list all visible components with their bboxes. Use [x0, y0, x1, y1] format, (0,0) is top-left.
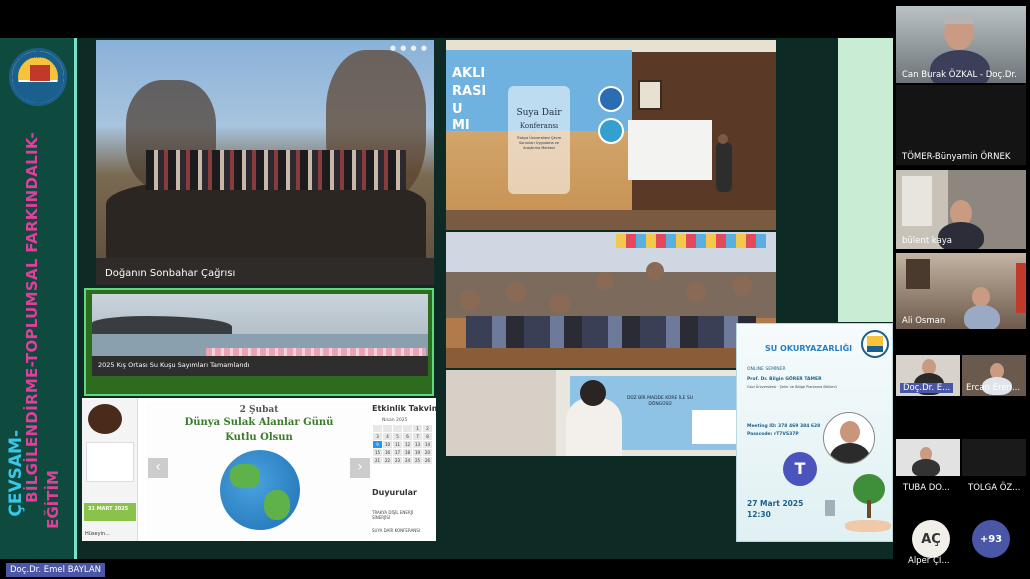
slide-right-strip: [838, 38, 893, 322]
announcements-title: Duyurular: [372, 488, 417, 497]
wetland-date: 2 Şubat: [239, 405, 279, 415]
poster2-time: 12:30: [747, 510, 771, 519]
logo-text: TRAKYA ÜNİVERSİTESİ: [12, 54, 64, 59]
photo-classroom: [446, 232, 776, 368]
left-col-label-name: Hüseyin...: [85, 531, 110, 537]
video-icon: [692, 410, 742, 444]
calendar-month: Nisan 2025: [382, 418, 408, 423]
more-count: +93: [979, 533, 1003, 545]
wetland-day-webpage: 31 MART 2025 Hüseyin... 2 Şubat Dünya Su…: [82, 398, 436, 541]
photo-autumn-group: Doğanın Sonbahar Çağrısı ● ● ● ●: [96, 40, 434, 285]
participant-name-9: Alper Çİ...: [908, 556, 950, 566]
conference-poster: AKLI RASI U MI Suya Dair Konferansı Trak…: [446, 50, 632, 230]
poster-fragment-1: AKLI: [452, 66, 486, 81]
chevron-right-icon: ›: [357, 459, 363, 475]
poster2-date: 27 Mart 2025: [747, 499, 804, 508]
participant-tile-5[interactable]: Doç.Dr. E...: [896, 355, 960, 396]
wetland-title-line1: Dünya Sulak Alanlar Günü: [184, 417, 334, 428]
poster-fragment-4: MI: [452, 118, 470, 133]
university-logo-icon: TRAKYA ÜNİVERSİTESİ: [9, 48, 67, 106]
announcement-item-1[interactable]: TRAKYA DİŞİL ENERJİ SİNERJİSİ: [372, 510, 432, 520]
earth-globe-icon: [220, 450, 300, 530]
left-band-divider: [74, 38, 77, 559]
participant-tile-6[interactable]: Ercan Eren...: [962, 355, 1026, 396]
water-literacy-poster: SU OKURYAZARLIĞI ONLINE SEMİNER Prof. Dr…: [736, 323, 893, 542]
whiteboard: [628, 120, 712, 180]
slide-next-button[interactable]: ›: [350, 458, 370, 478]
participant-name: Ercan Eren...: [966, 383, 1021, 393]
event-calendar[interactable]: 12 345678 9 10 11 12 13 14 15 16 17 18 19 20 21 22 2…: [372, 424, 433, 465]
events-sidebar: Etkinlik Takvimi Nisan 2025 12 345678 91…: [370, 402, 436, 538]
projected-slide-text: DÜZ BİR MADDE KÜRE İLE SU DÖNGÜSÜ: [626, 396, 694, 407]
poster2-title: SU OKURYAZARLIĞI: [765, 344, 853, 353]
photo-conference-room: AKLI RASI U MI Suya Dair Konferansı Trak…: [446, 40, 776, 230]
participant-name: bülent kaya: [902, 236, 953, 246]
photo-flamingos-panel: 2025 Kış Ortası Su Kuşu Sayımları Tamaml…: [84, 288, 434, 396]
participant-avatar-ac[interactable]: AÇ: [912, 520, 950, 558]
announcement-item-2[interactable]: SUYA DAİR KONFERANSI: [372, 528, 432, 533]
participant-tile-8[interactable]: [962, 439, 1026, 476]
poster-title: Suya Dair: [516, 108, 562, 118]
faucet-icon: [825, 500, 835, 516]
poster-fragment-3: U: [452, 102, 463, 117]
presenter-name-badge: Doç.Dr. Emel BAYLAN: [6, 563, 106, 577]
avatar-initials: AÇ: [921, 531, 941, 547]
more-participants-button[interactable]: +93: [972, 520, 1010, 558]
vertical-title-main: BİLGİLENDİRME-TOPLUMSAL FARKINDALIK-: [23, 132, 41, 503]
photo-teacher-board: DÜZ BİR MADDE KÜRE İLE SU DÖNGÜSÜ: [446, 370, 776, 456]
portrait-frame-icon: [638, 80, 662, 110]
left-col-label-date: 31 MART 2025: [88, 506, 129, 512]
participant-name: Can Burak ÖZKAL - Doç.Dr.: [902, 70, 1017, 80]
participant-tile-2[interactable]: TÖMER-Bünyamin ÖRNEK: [896, 85, 1026, 165]
wetland-title-line2: Kutlu Olsun: [225, 432, 293, 443]
poster-fragment-2: RASI: [452, 84, 487, 99]
calendar-title: Etkinlik Takvimi: [372, 404, 436, 413]
poster2-meeting-id: Meeting ID: 378 469 384 628: [747, 424, 821, 429]
poster-body: Trakya Üniversitesi Çevre Sorunları Uygu…: [516, 136, 562, 150]
slide-prev-button[interactable]: ‹: [148, 458, 168, 478]
participant-name: Doç.Dr. E...: [900, 383, 954, 393]
poster-subtitle: Konferansı: [519, 122, 559, 130]
meeting-window: TRAKYA ÜNİVERSİTESİ ÇEVSAM- BİLGİLENDİRM…: [0, 0, 1030, 579]
speaker-photo: [823, 412, 875, 464]
participant-tile-7[interactable]: [896, 439, 960, 476]
participant-tile-4[interactable]: Ali Osman: [896, 253, 1026, 329]
poster2-passcode: Passcode: rT7VS37P: [747, 432, 799, 437]
poster2-affiliation: Gazi Üniversitesi · Şehir ve Bölge Planl…: [747, 385, 837, 389]
chevron-left-icon: ‹: [155, 459, 161, 475]
poster-logo-icon: [598, 86, 624, 112]
vertical-title-egitim: EĞİTİM: [44, 470, 62, 529]
poster2-type: ONLINE SEMİNER: [747, 367, 786, 372]
carousel-dots: ● ● ● ●: [389, 44, 428, 52]
participant-name-8: TOLGA ÖZ...: [968, 483, 1021, 493]
participant-tile-3[interactable]: bülent kaya: [896, 170, 1026, 249]
participant-tile-1[interactable]: Can Burak ÖZKAL - Doç.Dr.: [896, 6, 1026, 83]
participant-name: Ali Osman: [902, 316, 946, 326]
participant-name-7: TUBA DO...: [903, 483, 950, 493]
photo2-caption: 2025 Kış Ortası Su Kuşu Sayımları Tamaml…: [98, 361, 250, 369]
participant-name: TÖMER-Bünyamin ÖRNEK: [902, 152, 1011, 162]
poster2-speaker: Prof. Dr. Bilgin GÖRER TAMER: [747, 377, 822, 382]
hand-icon: [845, 520, 891, 532]
webpage-left-column: 31 MART 2025 Hüseyin...: [82, 398, 138, 541]
wetland-slide: 2 Şubat Dünya Sulak Alanlar Günü Kutlu O…: [146, 402, 372, 538]
poster2-logo-icon: [861, 330, 889, 358]
photo1-caption: Doğanın Sonbahar Çağrısı: [105, 268, 236, 279]
poster-logo-2-icon: [598, 118, 624, 144]
teams-logo-icon: T: [783, 452, 817, 486]
